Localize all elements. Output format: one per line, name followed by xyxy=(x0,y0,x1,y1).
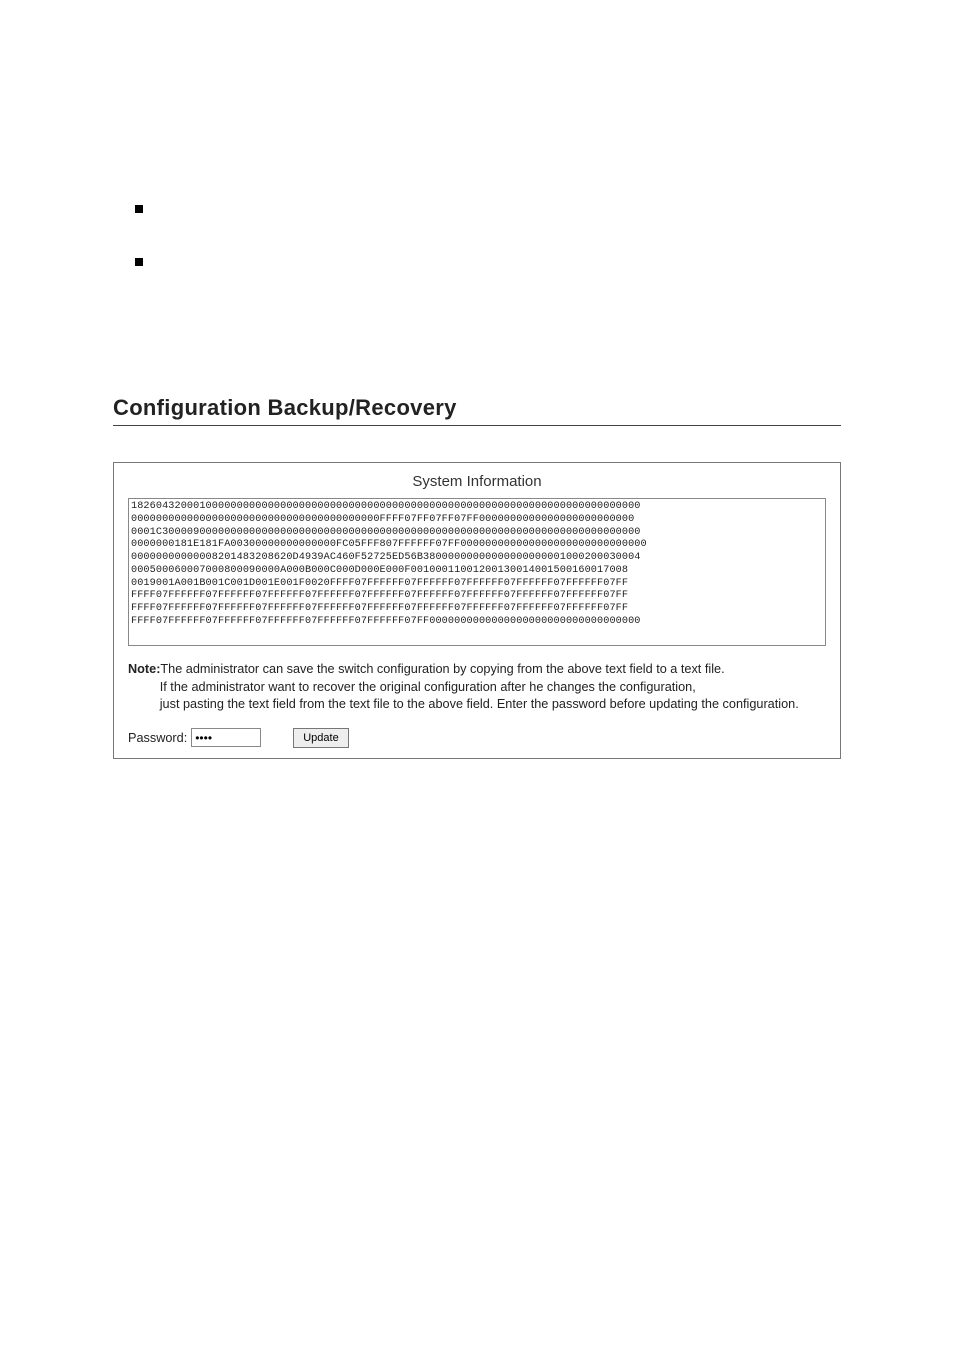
note-line-3: just pasting the text field from the tex… xyxy=(160,697,799,711)
password-label: Password: xyxy=(128,731,187,745)
config-backup-panel: Configuration Backup/Recovery System Inf… xyxy=(113,395,841,759)
bullet-marker xyxy=(135,258,143,266)
password-row: Password: Update xyxy=(114,728,840,748)
system-info-header: System Information xyxy=(114,463,840,498)
note-label: Note: xyxy=(128,662,160,676)
dump-wrap xyxy=(114,498,840,661)
system-info-box: System Information Note:The administrato… xyxy=(113,462,841,759)
bullet-marker xyxy=(135,205,143,213)
title-block: Configuration Backup/Recovery xyxy=(113,395,841,426)
config-dump-textarea[interactable] xyxy=(128,498,826,646)
note-line-1: The administrator can save the switch co… xyxy=(160,662,724,676)
title-underline xyxy=(113,425,841,426)
intro-bullets xyxy=(135,205,143,311)
note-block: Note:The administrator can save the swit… xyxy=(114,661,840,714)
password-input[interactable] xyxy=(191,728,261,747)
page-title: Configuration Backup/Recovery xyxy=(113,395,841,421)
update-button[interactable]: Update xyxy=(293,728,348,748)
note-line-2: If the administrator want to recover the… xyxy=(160,680,696,694)
